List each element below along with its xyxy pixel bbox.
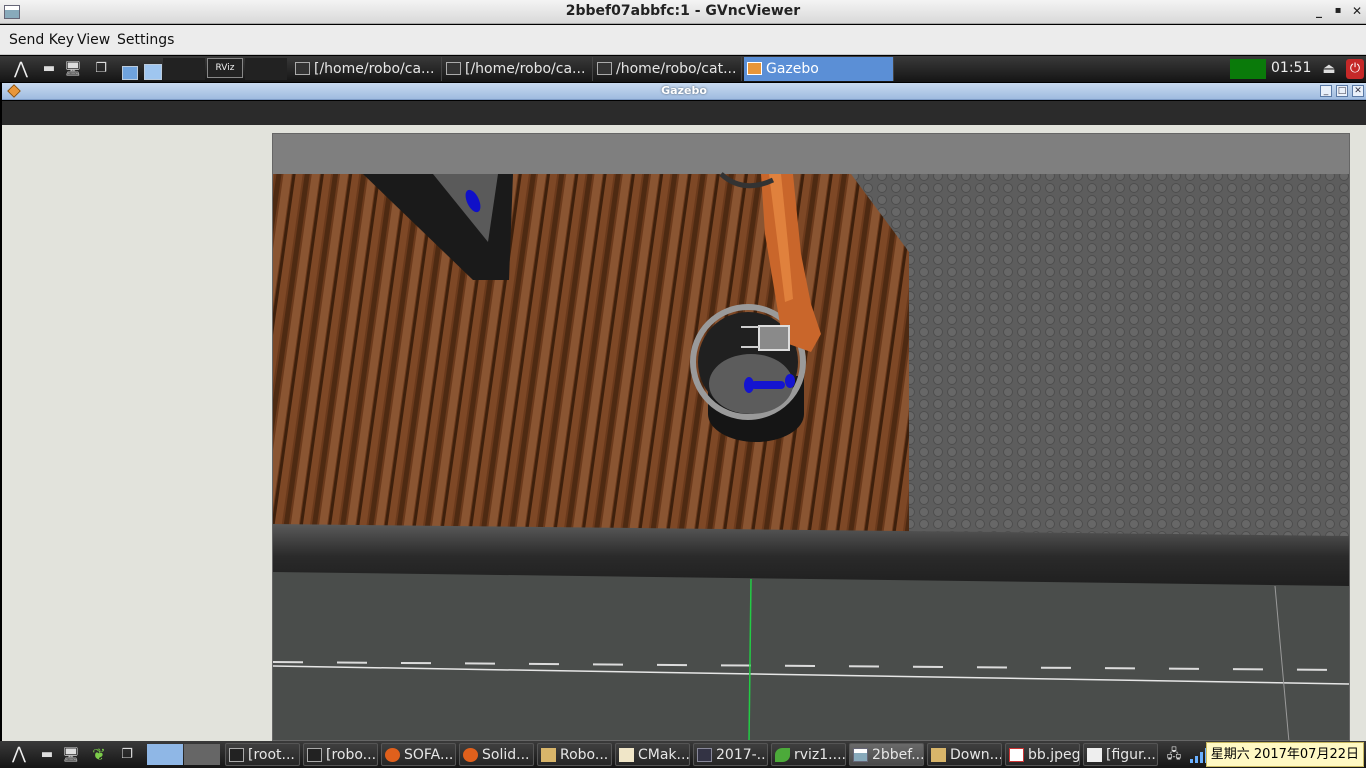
blue-part-end (744, 377, 754, 393)
window-title-bar: 2bbef07abbfc:1 - GVncViewer _ ▪ ✕ (0, 0, 1366, 24)
power-icon[interactable]: ⏻ (1346, 59, 1364, 79)
top-clock: 01:51 (1271, 60, 1312, 76)
terminal-icon (446, 62, 461, 75)
desktop-1-icon[interactable] (122, 66, 138, 80)
task-label: [robo... (326, 747, 377, 763)
folder-icon (541, 748, 556, 762)
menu-view[interactable]: View (77, 32, 110, 48)
network-icon[interactable]: 🖧 (1162, 746, 1186, 764)
close-icon[interactable]: ✕ (1349, 3, 1365, 19)
terminal-icon (597, 62, 612, 75)
monitor-icon[interactable]: 🖥 (62, 746, 80, 764)
rviz-launcher[interactable]: RViz (207, 58, 243, 78)
gazebo-toolbar (2, 101, 1366, 125)
desktop-1-icon[interactable] (147, 744, 183, 765)
desktop-pager (163, 58, 205, 80)
show-desktop-icon[interactable]: ▬ (38, 746, 56, 764)
desktop-2-icon[interactable] (144, 64, 162, 80)
maximize-icon[interactable]: ▪ (1330, 3, 1346, 19)
taskbar-item-rviz[interactable]: rviz1.... (771, 743, 846, 766)
desktop-2-icon[interactable] (184, 744, 220, 765)
launcher-slot (245, 58, 287, 80)
gazebo-maximize-icon[interactable]: □ (1336, 85, 1348, 97)
taskbar-item-terminal-2[interactable]: [/home/robo/ca... (443, 57, 593, 81)
gazebo-title-bar: Gazebo _ □ ✕ (2, 83, 1366, 100)
image-viewer-icon (1009, 748, 1024, 762)
sky-strip (273, 134, 1349, 174)
task-label: Gazebo (766, 61, 819, 77)
monitor-icon[interactable]: 🖥 (64, 60, 82, 78)
task-label: CMak... (638, 747, 690, 763)
menu-settings[interactable]: Settings (117, 32, 174, 48)
taskbar-item-robo-folder[interactable]: Robo... (537, 743, 612, 766)
windows-icon[interactable]: ❐ (118, 746, 136, 764)
image-icon (697, 748, 712, 762)
taskbar-item-vnc[interactable]: 2bbef... (849, 743, 924, 766)
window-icon (1087, 748, 1102, 762)
bottom-clock-date[interactable]: 星期六 2017年07月22日 (1205, 742, 1364, 767)
rviz-icon (775, 748, 790, 762)
firefox-icon (463, 748, 478, 762)
minimize-icon[interactable]: _ (1311, 3, 1327, 19)
task-label: Robo... (560, 747, 609, 763)
leaf-icon[interactable]: ❦ (90, 746, 108, 764)
taskbar-item-robo[interactable]: [robo... (303, 743, 378, 766)
gazebo-minimize-icon[interactable]: _ (1320, 85, 1332, 97)
terminal-icon (229, 748, 244, 762)
taskbar-item-terminal-1[interactable]: [/home/robo/ca... (292, 57, 442, 81)
task-label: [/home/robo/ca... (465, 61, 586, 77)
task-label: bb.jpeg (1028, 747, 1080, 763)
taskbar-item-bb-jpeg[interactable]: bb.jpeg (1005, 743, 1080, 766)
logout-icon[interactable]: ⏏ (1320, 60, 1338, 78)
scene-render (273, 134, 1349, 740)
task-label: [root... (248, 747, 295, 763)
blue-part (751, 381, 785, 389)
remote-top-panel: ⋀ ▬ 🖥 ❐ RViz [/home/robo/ca... [/home/ro… (0, 56, 1366, 82)
task-label: Solid... (482, 747, 530, 763)
window-title: 2bbef07abbfc:1 - GVncViewer (565, 3, 801, 19)
task-label: 2017-... (716, 747, 768, 763)
start-menu-icon[interactable]: ⋀ (8, 60, 34, 78)
taskbar-item-figure[interactable]: [figur... (1083, 743, 1158, 766)
gripper (758, 325, 790, 351)
menu-bar: Send Key View Settings (0, 25, 1366, 55)
ground (273, 572, 1349, 740)
gazebo-3d-viewport[interactable] (272, 133, 1350, 741)
task-label: Down... (950, 747, 1002, 763)
terminal-icon (307, 748, 322, 762)
taskbar-item-terminal-3[interactable]: /home/robo/cat... (594, 57, 742, 81)
gazebo-title: Gazebo (661, 84, 707, 97)
gazebo-close-icon[interactable]: ✕ (1352, 85, 1364, 97)
taskbar-item-root[interactable]: [root... (225, 743, 300, 766)
task-label: 2bbef... (872, 747, 924, 763)
cpu-monitor (1230, 59, 1266, 79)
taskbar-item-gazebo[interactable]: Gazebo (744, 57, 894, 81)
task-label: SOFA... (404, 747, 454, 763)
taskbar-item-downloads[interactable]: Down... (927, 743, 1002, 766)
start-menu-icon[interactable]: ⋀ (6, 745, 32, 763)
taskbar-item-sofa[interactable]: SOFA... (381, 743, 456, 766)
gazebo-icon (747, 62, 762, 75)
taskbar-item-2017[interactable]: 2017-... (693, 743, 768, 766)
windows-icon[interactable]: ❐ (92, 60, 110, 78)
blue-part-end (785, 374, 795, 388)
task-label: rviz1.... (794, 747, 846, 763)
task-label: /home/robo/cat... (616, 61, 737, 77)
taskbar-item-cmake[interactable]: CMak... (615, 743, 690, 766)
text-editor-icon (619, 748, 634, 762)
folder-icon (931, 748, 946, 762)
bottom-panel: ⋀ ▬ 🖥 ❦ ❐ [root... [robo... SOFA... Soli… (0, 741, 1366, 768)
taskbar-item-solid[interactable]: Solid... (459, 743, 534, 766)
task-label: [figur... (1106, 747, 1156, 763)
terminal-icon (295, 62, 310, 75)
menu-send-key[interactable]: Send Key (9, 32, 74, 48)
show-desktop-icon[interactable]: ▬ (40, 60, 58, 78)
vnc-icon (853, 748, 868, 762)
task-label: [/home/robo/ca... (314, 61, 435, 77)
wood-floor (273, 174, 909, 532)
firefox-icon (385, 748, 400, 762)
